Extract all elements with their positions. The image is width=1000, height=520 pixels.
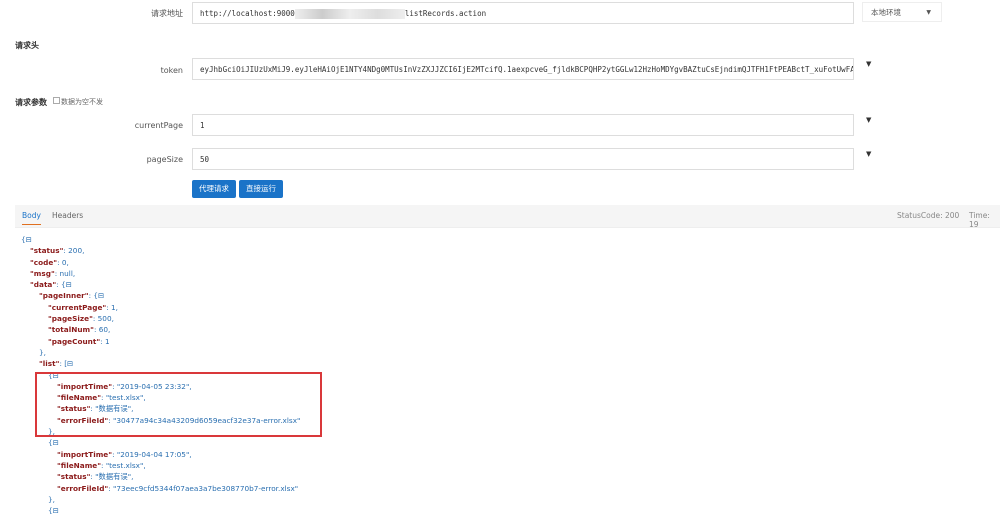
json-line: "pageCount": 1 [21,336,300,347]
json-value: : 0, [57,257,69,267]
response-tabs-bar: Body Headers StatusCode: 200 Time: 19 [15,205,1000,229]
empty-skip-checkbox[interactable]: 数据为空不发 [53,97,103,107]
json-value: {⊟ [21,235,32,244]
json-value: : "73eec9cfd5344f07aea3a7be308770b7-erro… [108,483,299,493]
json-value: {⊟ [48,438,59,448]
chevron-down-icon[interactable]: ▼ [866,116,871,124]
url-suffix: listRecords.action [404,9,487,18]
json-line: "status": 200, [21,245,300,256]
json-value: : null, [54,268,76,278]
json-line: "list": [⊟ [21,358,300,369]
json-value: }, [48,494,55,504]
token-label: token [160,66,183,75]
json-line: {⊟ [21,234,300,245]
token-input[interactable]: eyJhbGciOiJIUzUxMiJ9.eyJleHAiOjE1NTY4NDg… [192,58,854,80]
tab-headers[interactable]: Headers [52,211,83,220]
json-key: "importTime" [57,449,113,459]
page-size-input[interactable]: 50 [192,148,854,170]
response-time: Time: 19 [969,211,990,229]
json-line: }, [21,494,300,505]
json-value: : {⊟ [88,291,105,301]
url-label: 请求地址 [151,9,183,18]
json-line: {⊟ [21,505,300,516]
json-line: "fileName": "test.xlsx", [21,460,300,471]
json-line: "errorFileId": "73eec9cfd5344f07aea3a7be… [21,483,300,494]
json-line: "currentPage": 1, [21,302,300,313]
json-value: : 200, [63,246,85,256]
json-key: "data" [30,280,57,290]
json-value: : "数据有误", [90,472,134,482]
highlight-box [35,372,322,437]
proxy-request-button[interactable]: 代理请求 [192,180,236,198]
url-input[interactable]: http://localhost:9000 listRecords.action [192,2,854,24]
json-line: "pageInner": {⊟ [21,290,300,301]
json-line: "code": 0, [21,257,300,268]
json-value: : [⊟ [59,359,74,369]
json-value: : "2019-04-04 17:05", [112,449,192,459]
json-key: "pageInner" [39,291,89,301]
json-key: "pageSize" [48,314,93,324]
json-key: "code" [30,257,58,267]
json-key: "pageCount" [48,336,101,346]
json-key: "status" [57,472,91,482]
json-line: {⊟ [21,437,300,448]
checkbox-icon [53,97,60,104]
json-line: "data": {⊟ [21,279,300,290]
json-key: "fileName" [57,460,102,470]
json-value: : {⊟ [56,280,72,290]
json-value: {⊟ [48,506,59,516]
headers-title: 请求头 [15,41,39,50]
checkbox-label: 数据为空不发 [61,98,103,106]
json-key: "status" [30,246,64,256]
json-line: "status": "数据有误", [21,471,300,482]
chevron-down-icon: ▼ [926,9,931,16]
json-line: "pageSize": 500, [21,313,300,324]
json-value: : 1, [106,302,118,312]
json-value: : 60, [93,325,111,335]
params-title: 请求参数 [15,98,47,107]
current-page-input[interactable]: 1 [192,114,854,136]
json-key: "list" [39,359,60,369]
param-label: currentPage [134,121,183,130]
json-value: : 500, [92,314,114,324]
json-value: }, [39,347,46,357]
json-key: "currentPage" [48,302,107,312]
json-line: }, [21,347,300,358]
tab-body[interactable]: Body [22,211,41,225]
direct-run-button[interactable]: 直接运行 [239,180,283,198]
param-label: pageSize [146,155,183,164]
json-line: "msg": null, [21,268,300,279]
json-value: : "test.xlsx", [101,460,146,470]
chevron-down-icon[interactable]: ▼ [866,150,871,158]
url-prefix: http://localhost:9000 [200,9,295,18]
json-value: : 1 [100,336,110,346]
json-key: "msg" [30,268,55,278]
json-line: "totalNum": 60, [21,324,300,335]
redacted-blur [294,9,405,19]
status-code: StatusCode: 200 [897,211,960,220]
env-select-value: 本地环境 [871,8,901,17]
json-key: "errorFileId" [57,483,109,493]
json-line: "importTime": "2019-04-04 17:05", [21,449,300,460]
json-key: "totalNum" [48,325,94,335]
chevron-down-icon[interactable]: ▼ [866,60,871,68]
env-select[interactable]: 本地环境 ▼ [862,2,942,22]
